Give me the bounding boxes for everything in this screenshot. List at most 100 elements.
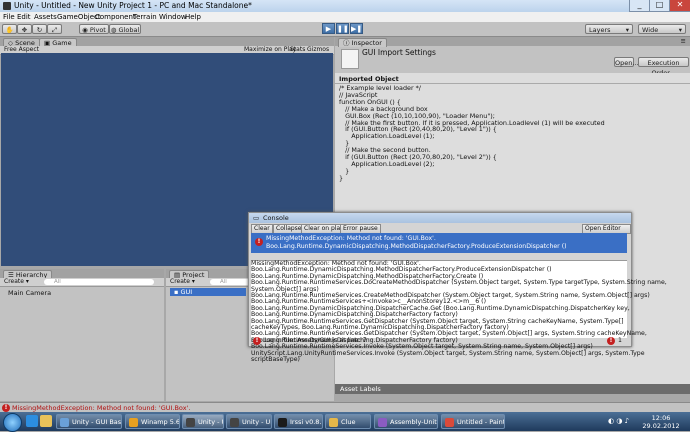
project-item-gui[interactable]: ▪ GUI	[170, 288, 246, 296]
app-icon	[60, 418, 69, 427]
project-item-label: GUI	[180, 288, 193, 296]
stack-trace-line: UnityScript.Lang.UnityRuntimeServices.In…	[251, 349, 645, 357]
console-log-entry[interactable]: ! MissingMethodException: Method not fou…	[251, 233, 627, 253]
project-create-dropdown[interactable]: Create ▾	[170, 278, 195, 286]
error-icon: !	[253, 337, 261, 345]
execution-order-button[interactable]: Execution Order...	[638, 57, 689, 77]
pivot-toggle[interactable]: ◉ Pivot	[79, 24, 109, 34]
layout-dropdown[interactable]: Wide ▾	[638, 24, 686, 34]
code-line: /* Example level loader */	[339, 84, 421, 92]
taskbar-item-label: Untitled - Paint	[457, 418, 505, 426]
hierarchy-panel: ☰ Hierarchy Create ▾ All Main Camera	[0, 269, 164, 401]
system-clock[interactable]: 12:06 29.02.2012	[642, 414, 680, 430]
menu-edit[interactable]: Edit	[17, 12, 31, 22]
app-icon	[186, 418, 195, 427]
taskbar-item[interactable]: Irssi v0.8.12 (200...	[274, 414, 323, 429]
step-button[interactable]: ▶❚	[350, 23, 363, 34]
window-title-bar: Unity - Untitled - New Unity Project 1 -…	[0, 0, 690, 12]
main-toolbar: ✋ ✥ ↻ ⤢ ◉ Pivot ◍ Global ▶ ❚❚ ▶❚ Layers ▾…	[0, 22, 690, 37]
error-count: 1	[618, 337, 622, 344]
status-message: MissingMethodException: Method not found…	[12, 404, 191, 412]
open-button[interactable]: Open...	[614, 57, 639, 67]
inspector-tabstrip: ⓘ Inspector ≡	[335, 37, 690, 47]
clock-date: 29.02.2012	[642, 422, 680, 430]
create-label: Create	[170, 278, 190, 285]
taskbar-item-label: Irssi v0.8.12 (200...	[290, 418, 322, 426]
chevron-down-icon: ▾	[625, 26, 629, 34]
taskbar-item[interactable]: Winamp 5.623	[125, 414, 180, 429]
menu-window[interactable]: Window	[159, 12, 187, 22]
search-placeholder: All	[220, 279, 227, 285]
move-tool-button[interactable]: ✥	[17, 24, 32, 34]
app-icon	[278, 418, 287, 427]
info-icon: ⓘ	[343, 39, 350, 47]
pivot-icon: ◉	[82, 26, 88, 34]
log-entry-line2: Boo.Lang.Runtime.DynamicDispatching.Meth…	[266, 243, 567, 250]
hand-tool-button[interactable]: ✋	[2, 24, 17, 34]
app-icon	[329, 418, 338, 427]
minimize-button[interactable]: _	[629, 0, 650, 12]
play-button[interactable]: ▶	[322, 23, 335, 34]
global-toggle[interactable]: ◍ Global	[109, 24, 141, 34]
menu-bar: File Edit Assets GameObject Component Te…	[0, 12, 690, 22]
taskbar-item-label: Assembly-Unity...	[390, 418, 437, 426]
global-label: Global	[118, 26, 140, 34]
taskbar-item-label: Clue	[341, 418, 356, 426]
app-icon	[378, 418, 387, 427]
taskbar-item[interactable]: Clue	[325, 414, 371, 429]
hierarchy-toolbar: Create ▾ All	[0, 278, 164, 287]
maximize-button[interactable]: □	[649, 0, 670, 12]
step-icon: ▶❚	[351, 25, 363, 33]
panel-menu-icon[interactable]: ≡	[681, 37, 686, 45]
taskbar-item[interactable]: Unity - Untitled ...	[226, 414, 272, 429]
code-line: Application.LoadLevel (1);	[339, 132, 435, 141]
scale-tool-button[interactable]: ⤢	[47, 24, 62, 34]
taskbar-item[interactable]: Unity - Untitled ...	[182, 414, 224, 429]
taskbar-item[interactable]: Untitled - Paint	[441, 414, 505, 429]
hierarchy-item-main-camera[interactable]: Main Camera	[8, 289, 51, 297]
code-line: }	[339, 173, 344, 182]
menu-file[interactable]: File	[3, 12, 15, 22]
error-icon: !	[255, 238, 263, 246]
hierarchy-search-input[interactable]: All	[44, 279, 154, 285]
windows-taskbar: Unity - GUI Basic... Winamp 5.623 Unity - …	[0, 412, 690, 432]
layout-value: Wide	[642, 26, 659, 34]
taskbar-item-label: Unity - Untitled ...	[198, 418, 223, 426]
tab-inspector-label: Inspector	[351, 39, 382, 47]
console-title-bar: ▭ Console	[249, 213, 631, 223]
tab-inspector[interactable]: ⓘ Inspector	[338, 38, 387, 47]
console-title: Console	[263, 214, 289, 222]
taskbar-item-label: Unity - GUI Basic...	[72, 418, 122, 426]
taskbar-item[interactable]: Assembly-Unity...	[374, 414, 438, 429]
console-window: ▭ Console Clear Collapse Clear on play E…	[248, 212, 667, 363]
hierarchy-create-dropdown[interactable]: Create ▾	[4, 278, 29, 286]
tray-icons[interactable]: ◐ ◑ ♪	[608, 417, 629, 425]
menu-terrain[interactable]: Terrain	[133, 12, 157, 22]
console-stack-trace: MissingMethodException: Method not found…	[251, 260, 667, 363]
pause-icon: ❚❚	[337, 25, 349, 33]
log-file-location: Log in file: Assets/GUI.js at line: 7	[263, 337, 367, 344]
asset-labels-bar[interactable]: Asset Labels	[335, 384, 690, 394]
log-entry-line1: MissingMethodException: Method not found…	[266, 235, 436, 242]
clock-time: 12:06	[651, 414, 671, 422]
menu-assets[interactable]: Assets	[34, 12, 57, 22]
rotate-tool-button[interactable]: ↻	[32, 24, 47, 34]
layers-dropdown[interactable]: Layers ▾	[585, 24, 633, 34]
window-title: Unity - Untitled - New Unity Project 1 -…	[14, 1, 252, 10]
taskbar-item[interactable]: Unity - GUI Basic...	[56, 414, 122, 429]
script-source: /* Example level loader */// JavaScript f…	[339, 85, 605, 182]
close-button[interactable]: ✕	[669, 0, 690, 12]
menu-component[interactable]: Component	[95, 12, 136, 22]
start-button[interactable]	[3, 413, 22, 432]
taskbar-item-label: Unity - Untitled ...	[242, 418, 271, 426]
menu-help[interactable]: Help	[185, 12, 201, 22]
script-file-icon	[341, 49, 359, 69]
hierarchy-tabstrip: ☰ Hierarchy	[0, 269, 164, 279]
explorer-icon[interactable]	[40, 415, 52, 427]
ie-icon[interactable]	[26, 415, 38, 427]
play-icon: ▶	[325, 25, 332, 33]
taskbar-item-label: Winamp 5.623	[141, 418, 180, 426]
pause-button[interactable]: ❚❚	[336, 23, 349, 34]
error-count-icon: !	[607, 337, 615, 345]
code-line: }	[339, 166, 350, 175]
